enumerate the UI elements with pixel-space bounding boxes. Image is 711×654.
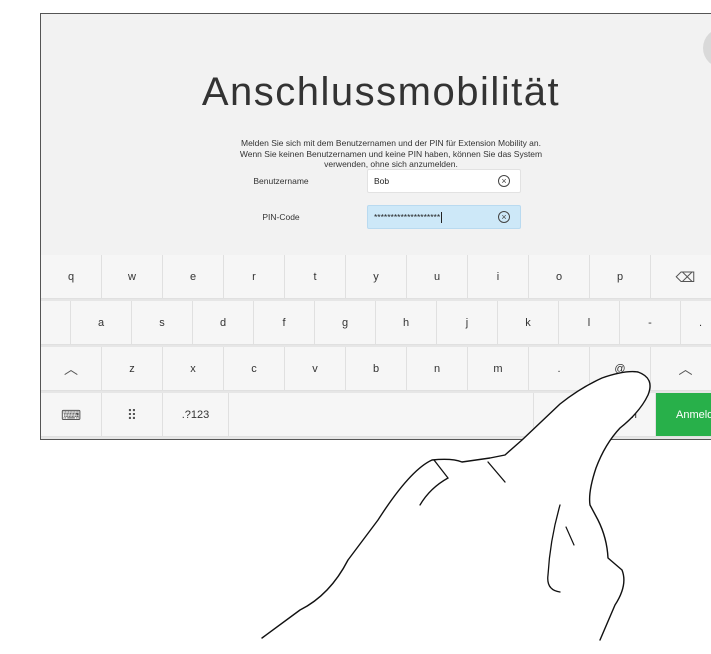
hand-pointer-illustration xyxy=(261,370,651,641)
